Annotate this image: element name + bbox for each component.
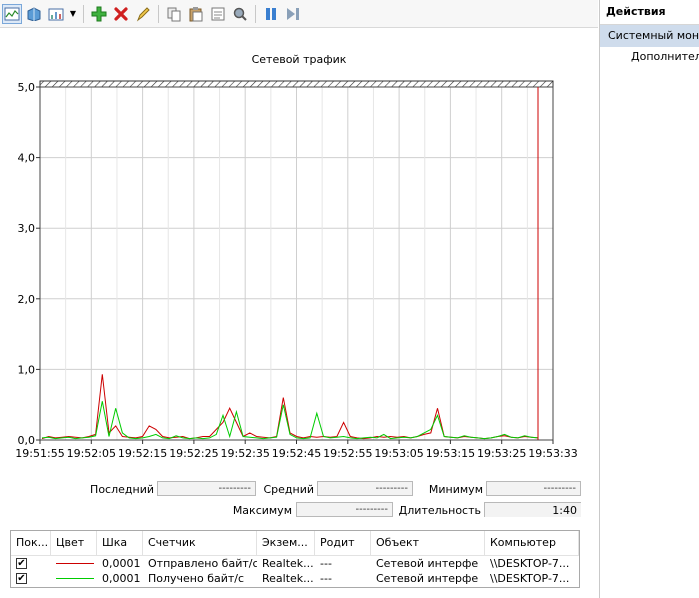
copy-properties-icon xyxy=(167,7,181,21)
stat-duration-value: 1:40 xyxy=(484,502,581,517)
x-tick-label: 19:53:33 xyxy=(528,447,577,460)
x-tick-label: 19:52:55 xyxy=(323,447,372,460)
counter-table-header: Пок... Цвет Шка Счетчик Экзем... Родит О… xyxy=(11,531,579,556)
chart-grid xyxy=(39,80,554,441)
col-header-computer[interactable]: Компьютер xyxy=(485,531,579,555)
stat-last-value: --------- xyxy=(157,481,256,496)
stat-min-value: --------- xyxy=(486,481,581,496)
traffic-chart: 0,01,02,03,04,05,0 19:51:55 19:52:05 19:52… xyxy=(15,80,578,460)
row-scale: 0,0001 xyxy=(102,557,141,570)
x-tick-label: 19:52:45 xyxy=(272,447,321,460)
x-tick-label: 19:53:15 xyxy=(426,447,475,460)
plot-top-hatch xyxy=(39,80,554,88)
row-instance: Realtek... xyxy=(262,572,314,585)
row-counter: Получено байт/с xyxy=(148,572,245,585)
view-histogram-icon xyxy=(27,6,41,21)
actions-header: Действия xyxy=(600,0,699,25)
add-counter-icon xyxy=(91,6,107,21)
col-header-instance[interactable]: Экзем... xyxy=(257,531,315,555)
x-tick-label: 19:52:05 xyxy=(67,447,116,460)
stat-last-label: Последний xyxy=(90,483,154,496)
row-scale: 0,0001 xyxy=(102,572,141,585)
actions-pane: Действия Системный мони Дополнител xyxy=(599,0,699,598)
toolbar: ▼ xyxy=(0,0,598,28)
change-graph-type-icon xyxy=(48,8,64,20)
add-counter-button[interactable] xyxy=(89,4,109,24)
col-header-color[interactable]: Цвет xyxy=(51,531,97,555)
copy-properties-button[interactable] xyxy=(164,4,184,24)
col-header-counter[interactable]: Счетчик xyxy=(143,531,257,555)
chart-title: Сетевой трафик xyxy=(251,53,347,66)
toolbar-separator xyxy=(83,4,84,23)
col-header-parent[interactable]: Родит xyxy=(315,531,371,555)
paste-counter-list-button[interactable] xyxy=(186,4,206,24)
x-axis: 19:51:55 19:52:05 19:52:15 19:52:25 19:52:35… xyxy=(15,440,578,460)
col-header-object[interactable]: Объект xyxy=(371,531,485,555)
stat-avg-value: --------- xyxy=(317,481,413,496)
y-tick-label: 5,0 xyxy=(18,81,36,94)
row-computer: \\DESKTOP-7... xyxy=(490,557,570,570)
zoom-button[interactable] xyxy=(230,4,250,24)
freeze-display-icon xyxy=(266,7,276,20)
view-graph-icon xyxy=(4,7,20,20)
show-checkbox[interactable]: ✔ xyxy=(16,573,27,584)
freeze-display-button[interactable] xyxy=(261,4,281,24)
stat-min-label: Минимум xyxy=(428,483,483,496)
table-row[interactable]: ✔ 0,0001 Отправлено байт/с Realtek... --… xyxy=(11,556,579,571)
chevron-down-icon[interactable]: ▼ xyxy=(68,4,78,24)
view-histogram-button[interactable] xyxy=(24,4,44,24)
counter-table: Пок... Цвет Шка Счетчик Экзем... Родит О… xyxy=(10,530,580,588)
x-tick-label: 19:52:15 xyxy=(118,447,167,460)
paste-counter-list-icon xyxy=(189,6,203,21)
x-tick-label: 19:51:55 xyxy=(15,447,64,460)
y-tick-label: 0,0 xyxy=(18,434,36,447)
row-instance: Realtek... xyxy=(262,557,314,570)
properties-icon xyxy=(211,7,225,20)
row-object: Сетевой интерфе xyxy=(376,557,479,570)
stat-avg-label: Средний xyxy=(263,483,314,496)
y-tick-label: 2,0 xyxy=(18,293,36,306)
actions-section-system-monitor[interactable]: Системный мони xyxy=(600,25,699,47)
x-tick-label: 19:52:25 xyxy=(169,447,218,460)
row-parent: --- xyxy=(320,557,332,570)
highlight-icon xyxy=(136,6,150,21)
stat-duration-label: Длительность xyxy=(398,504,481,517)
toolbar-separator xyxy=(255,4,256,23)
table-row[interactable]: ✔ 0,0001 Получено байт/с Realtek... --- … xyxy=(11,571,579,586)
row-counter: Отправлено байт/с xyxy=(148,557,257,570)
y-tick-label: 3,0 xyxy=(18,222,36,235)
stat-max-value: --------- xyxy=(296,502,393,517)
stat-max-label: Максимум xyxy=(232,504,292,517)
delete-counter-icon xyxy=(114,6,128,21)
y-tick-label: 1,0 xyxy=(18,363,36,376)
delete-counter-button[interactable] xyxy=(111,4,131,24)
x-tick-label: 19:53:25 xyxy=(477,447,526,460)
y-tick-label: 4,0 xyxy=(18,152,36,165)
col-header-scale[interactable]: Шка xyxy=(97,531,143,555)
view-graph-button[interactable] xyxy=(2,3,22,24)
row-computer: \\DESKTOP-7... xyxy=(490,572,570,585)
series-color-swatch xyxy=(56,563,94,564)
update-data-button[interactable] xyxy=(283,4,303,24)
col-header-show[interactable]: Пок... xyxy=(11,531,51,555)
y-axis: 0,0 1,0 2,0 3,0 4,0 5,0 xyxy=(18,81,40,447)
highlight-button[interactable] xyxy=(133,4,153,24)
series-color-swatch xyxy=(56,578,94,579)
actions-item-more[interactable]: Дополнител xyxy=(600,47,699,67)
zoom-icon xyxy=(233,7,247,21)
row-object: Сетевой интерфе xyxy=(376,572,479,585)
change-graph-type-button[interactable] xyxy=(46,4,66,24)
show-checkbox[interactable]: ✔ xyxy=(16,558,27,569)
update-data-icon xyxy=(287,7,299,20)
row-parent: --- xyxy=(320,572,332,585)
x-tick-label: 19:53:05 xyxy=(374,447,423,460)
x-tick-label: 19:52:35 xyxy=(220,447,269,460)
properties-button[interactable] xyxy=(208,4,228,24)
toolbar-separator xyxy=(158,4,159,23)
